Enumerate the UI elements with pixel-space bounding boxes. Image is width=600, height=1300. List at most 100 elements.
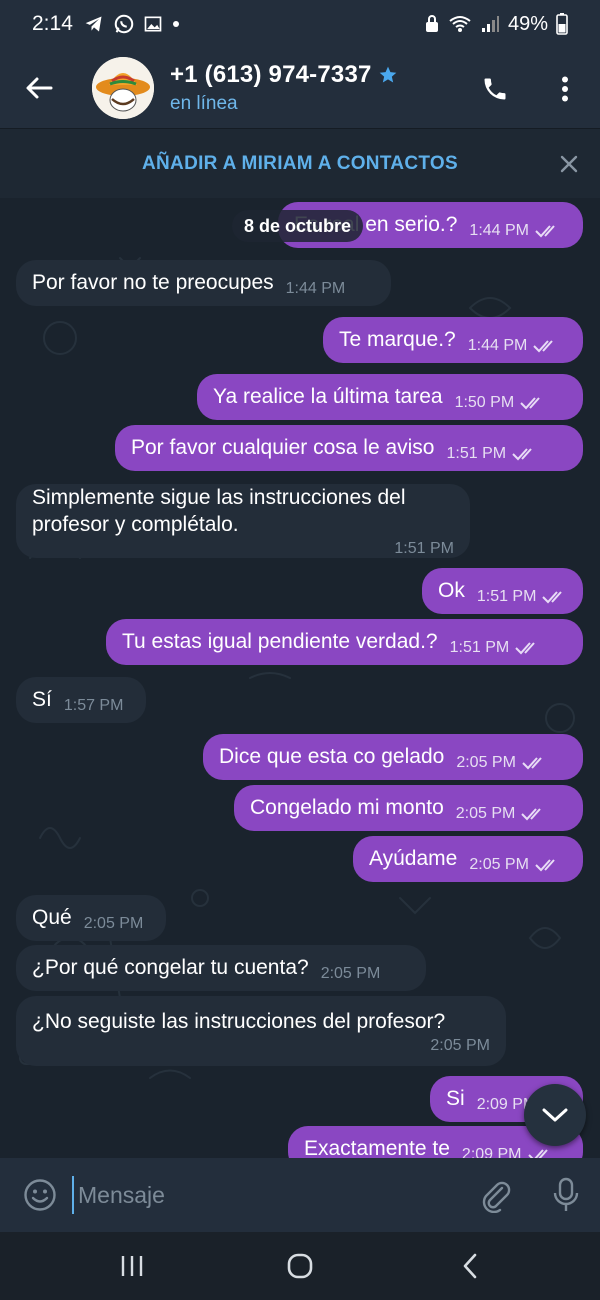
add-contact-button[interactable]: AÑADIR A MIRIAM A CONTACTOS xyxy=(142,153,458,175)
battery-icon xyxy=(556,13,568,35)
lock-icon xyxy=(425,15,438,32)
message-bubble-incoming[interactable]: Simplemente sigue las instrucciones del … xyxy=(16,484,470,558)
contact-name: +1 (613) 974-7337 xyxy=(170,61,372,88)
message-bubble-incoming[interactable]: Sí 1:57 PM xyxy=(16,677,146,723)
message-text: Exactamente te xyxy=(304,1137,450,1158)
contact-info[interactable]: +1 (613) 974-7337 en línea xyxy=(170,61,398,115)
more-options-button[interactable] xyxy=(546,68,584,110)
double-check-icon xyxy=(522,757,542,770)
add-contact-bar: AÑADIR A MIRIAM A CONTACTOS xyxy=(0,128,600,198)
close-icon xyxy=(560,155,578,173)
signal-icon xyxy=(481,16,499,32)
message-text: Simplemente sigue las instrucciones del … xyxy=(32,486,406,536)
message-list: Es real en serio.? 1:44 PM 8 de octubre … xyxy=(0,198,600,1158)
double-check-icon xyxy=(535,859,555,872)
message-time: 2:05 PM xyxy=(83,915,144,932)
date-pill: 8 de octubre xyxy=(232,210,364,242)
message-time: 2:05 PM xyxy=(469,856,529,873)
message-time: 1:51 PM xyxy=(394,540,454,557)
double-check-icon xyxy=(542,591,563,604)
sombrero-avatar-image xyxy=(92,57,154,119)
arrow-left-icon xyxy=(26,77,53,99)
status-right: 49% xyxy=(424,13,568,36)
back-button[interactable] xyxy=(0,48,78,128)
message-bubble-outgoing[interactable]: Ayúdame 2:05 PM xyxy=(353,836,583,882)
message-composer xyxy=(0,1158,600,1232)
message-bubble-outgoing[interactable]: Congelado mi monto 2:05 PM xyxy=(234,785,583,831)
message-time: 1:57 PM xyxy=(63,697,124,714)
chevron-down-icon xyxy=(542,1108,568,1122)
message-input[interactable] xyxy=(72,1176,452,1214)
message-time: 1:51 PM xyxy=(446,445,507,462)
chat-area[interactable]: Es real en serio.? 1:44 PM 8 de octubre … xyxy=(0,198,600,1158)
message-time: 2:05 PM xyxy=(430,1036,490,1054)
message-text: Congelado mi monto xyxy=(250,796,444,819)
message-time: 1:44 PM xyxy=(467,337,528,354)
status-bar: 2:14 49% xyxy=(0,0,600,48)
message-time: 1:51 PM xyxy=(476,588,537,605)
paperclip-icon xyxy=(482,1181,511,1213)
emoji-button[interactable] xyxy=(0,1158,80,1232)
message-text: ¿Por qué congelar tu cuenta? xyxy=(32,956,309,979)
message-bubble-incoming[interactable]: Por favor no te preocupes 1:44 PM xyxy=(16,260,391,306)
more-vertical-icon xyxy=(562,76,568,102)
message-text: Te marque.? xyxy=(339,328,456,351)
message-bubble-incoming[interactable]: Qué 2:05 PM xyxy=(16,895,166,941)
message-text: Tu estas igual pendiente verdad.? xyxy=(122,630,438,653)
message-bubble-outgoing[interactable]: Por favor cualquier cosa le aviso 1:51 P… xyxy=(115,425,583,471)
chat-header: +1 (613) 974-7337 en línea xyxy=(0,48,600,128)
message-text: Si xyxy=(446,1087,465,1110)
message-time: 1:51 PM xyxy=(449,639,510,656)
message-text: Qué xyxy=(32,906,72,929)
double-check-icon xyxy=(527,1149,548,1158)
message-time: 2:05 PM xyxy=(456,754,516,771)
recents-button[interactable] xyxy=(110,1250,154,1282)
message-text: Ya realice la última tarea xyxy=(213,385,443,408)
message-bubble-outgoing[interactable]: Dice que esta co gelado 2:05 PM xyxy=(203,734,583,780)
message-text: Sí xyxy=(32,688,52,711)
double-check-icon xyxy=(515,642,535,655)
double-check-icon xyxy=(520,397,540,410)
contact-status: en línea xyxy=(170,93,238,114)
message-bubble-incoming[interactable]: ¿No seguiste las instrucciones del profe… xyxy=(16,996,506,1066)
message-text: ¿No seguiste las instrucciones del profe… xyxy=(32,1009,446,1033)
voice-message-button[interactable] xyxy=(544,1172,588,1218)
status-notification-icons xyxy=(83,13,181,35)
message-bubble-outgoing[interactable]: Ya realice la última tarea 1:50 PM xyxy=(197,374,583,420)
close-add-contact-button[interactable] xyxy=(556,151,582,177)
call-button[interactable] xyxy=(474,68,516,110)
message-time: 2:05 PM xyxy=(320,965,381,982)
message-text: Por favor no te preocupes xyxy=(32,271,274,294)
message-bubble-incoming[interactable]: ¿Por qué congelar tu cuenta? 2:05 PM xyxy=(16,945,426,991)
message-time: 1:44 PM xyxy=(285,280,346,297)
battery-percent: 49% xyxy=(507,12,548,35)
double-check-icon xyxy=(512,448,532,461)
star-icon xyxy=(379,66,396,83)
message-bubble-outgoing[interactable]: Te marque.? 1:44 PM xyxy=(323,317,583,363)
message-time: 1:44 PM xyxy=(469,222,530,239)
scroll-to-bottom-button[interactable] xyxy=(524,1084,586,1146)
attach-button[interactable] xyxy=(474,1174,518,1218)
dot-icon xyxy=(172,21,179,27)
message-text: Dice que esta co gelado xyxy=(219,745,445,768)
message-time: 2:09 PM xyxy=(461,1146,522,1158)
wifi-icon xyxy=(449,16,471,32)
message-text: Ayúdame xyxy=(369,847,458,870)
double-check-icon xyxy=(535,225,555,238)
message-time: 1:50 PM xyxy=(454,394,515,411)
double-check-icon xyxy=(521,808,542,821)
phone-icon xyxy=(484,78,506,100)
home-icon xyxy=(287,1253,313,1279)
chevron-left-icon xyxy=(463,1253,477,1279)
emoji-icon xyxy=(24,1179,56,1211)
recents-icon xyxy=(121,1256,143,1276)
status-time: 2:14 xyxy=(32,12,73,35)
message-bubble-outgoing[interactable]: Tu estas igual pendiente verdad.? 1:51 P… xyxy=(106,619,583,665)
system-back-button[interactable] xyxy=(452,1250,488,1282)
telegram-notification-icon xyxy=(85,16,102,32)
message-time: 2:05 PM xyxy=(455,805,516,822)
home-button[interactable] xyxy=(280,1250,320,1282)
avatar[interactable] xyxy=(92,57,154,119)
message-bubble-outgoing[interactable]: Ok 1:51 PM xyxy=(422,568,583,614)
microphone-icon xyxy=(553,1177,579,1211)
